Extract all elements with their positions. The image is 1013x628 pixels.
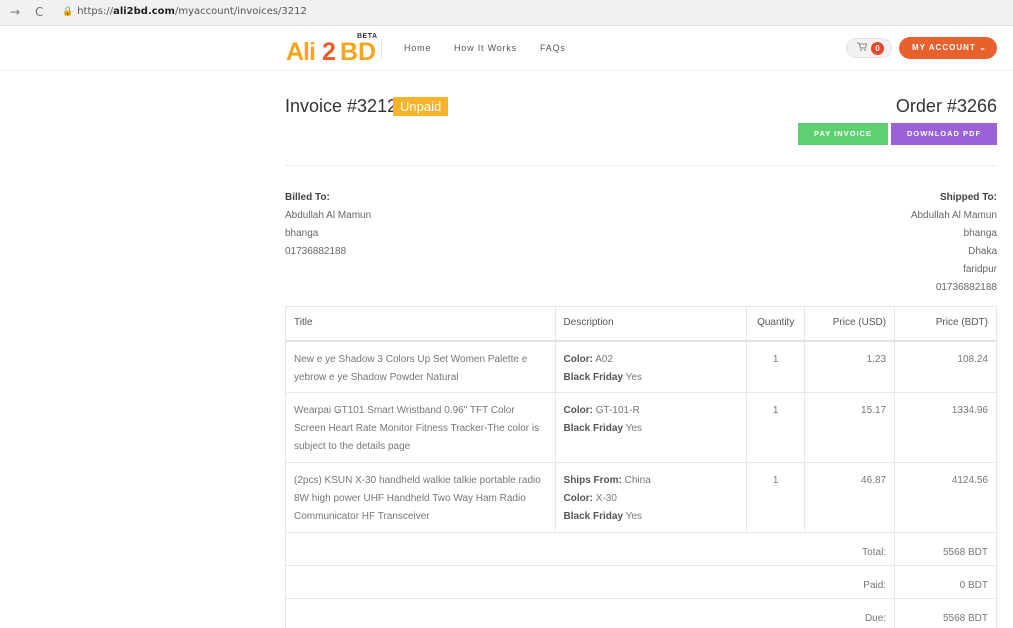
desc-key: Color: [563,405,593,416]
paid-row: Paid: 0 BDT [284,565,997,599]
total-label: Total: [804,532,895,566]
col-price-usd: Price (USD) [804,306,896,342]
item-price-usd: 15.17 [804,392,896,463]
header-divider [381,39,382,59]
address-bar[interactable]: 🔒 https://ali2bd.com/myaccount/invoices/3… [62,6,307,17]
desc-key: Ships From: [563,475,622,486]
billed-to-block: Billed To: Abdullah Al Mamun bhanga 0173… [285,189,371,261]
col-title: Title [285,306,556,342]
shipped-to-heading: Shipped To: [939,192,997,203]
shipped-to-block: Shipped To: Abdullah Al Mamun bhanga Dha… [797,189,997,297]
download-pdf-button[interactable]: DOWNLOAD PDF [891,123,997,145]
my-account-button[interactable]: MY ACCOUNT ⌄ [899,37,997,59]
billed-to-heading: Billed To: [285,192,330,203]
item-price-bdt: 108.24 [894,340,997,393]
divider [285,165,997,166]
cart-count-badge: 0 [871,42,884,55]
billed-to-phone: 01736882188 [285,246,347,257]
table-row: Wearpai GT101 Smart Wristband 0.96" TFT … [285,392,997,463]
shipped-to-city: Dhaka [968,246,997,257]
desc-value: A02 [592,353,614,365]
item-price-usd: 1.23 [804,340,896,393]
desc-value: Yes [623,371,642,383]
invoice-title: Invoice #3212 [285,96,398,116]
item-title: (2pcs) KSUN X-30 handheld walkie talkie … [285,462,556,533]
item-quantity: 1 [746,462,806,533]
logo-ali: Ali [286,38,316,66]
url-prefix: https:// [77,6,114,17]
due-value: 5568 BDT [894,598,997,628]
item-quantity: 1 [746,392,806,463]
chevron-down-icon: ⌄ [979,43,987,52]
logo-beta: BETA [357,33,378,40]
url-domain: ali2bd.com [113,6,175,17]
table-row: (2pcs) KSUN X-30 handheld walkie talkie … [285,462,997,533]
paid-label: Paid: [804,565,895,599]
desc-value: Yes [623,423,642,434]
item-price-bdt: 1334.96 [894,392,997,463]
desc-value: China [621,475,651,486]
desc-key: Color: [563,353,593,365]
item-description: Ships From: China Color: X-30 Black Frid… [554,462,748,533]
logo-bd: BD [340,38,377,66]
cart-icon [857,42,868,54]
forward-arrow-icon[interactable]: → [10,5,20,19]
total-spacer [284,532,805,566]
due-label: Due: [804,598,895,628]
table-row: New e ye Shadow 3 Colors Up Set Women Pa… [285,340,997,393]
menu-how-it-works[interactable]: How It Works [454,43,517,53]
col-description: Description [554,306,748,342]
my-account-label: MY ACCOUNT [912,43,976,52]
billed-to-city: bhanga [285,228,319,239]
cart-button[interactable]: 0 [846,38,892,58]
logo-two: 2 [322,38,336,66]
shipped-to-area: bhanga [963,228,997,239]
due-row: Due: 5568 BDT [284,598,997,628]
status-badge: Unpaid [393,97,449,116]
item-title: New e ye Shadow 3 Colors Up Set Women Pa… [285,340,556,393]
desc-key: Black Friday [563,371,624,383]
order-title: Order #3266 [895,96,997,116]
item-description: Color: A02 Black Friday Yes [554,340,748,393]
pay-invoice-button[interactable]: PAY INVOICE [798,123,888,145]
total-value: 5568 BDT [894,532,997,566]
lock-icon: 🔒 [62,7,74,17]
table-header-row: Title Description Quantity Price (USD) P… [285,306,997,342]
col-price-bdt: Price (BDT) [894,306,997,342]
shipped-to-district: faridpur [963,264,997,275]
item-description: Color: GT-101-R Black Friday Yes [554,392,748,463]
desc-key: Black Friday [563,423,624,434]
col-quantity: Quantity [746,306,806,342]
site-header: Ali 2 BD BETA Home How It Works FAQs 0 M… [0,27,1013,71]
paid-value: 0 BDT [894,565,997,599]
desc-value: Yes [623,511,642,522]
paid-spacer [284,565,805,599]
desc-key: Color: [563,493,593,504]
menu-home[interactable]: Home [404,43,431,53]
reload-icon[interactable]: C [35,5,43,19]
shipped-to-phone: 01736882188 [935,282,997,293]
item-title: Wearpai GT101 Smart Wristband 0.96" TFT … [285,392,556,463]
billed-to-name: Abdullah Al Mamun [285,210,372,221]
browser-toolbar: → C 🔒 https://ali2bd.com/myaccount/invoic… [0,0,1013,26]
item-price-usd: 46.87 [804,462,896,533]
menu-faqs[interactable]: FAQs [540,43,566,53]
shipped-to-name: Abdullah Al Mamun [910,210,997,221]
item-price-bdt: 4124.56 [894,462,997,533]
desc-key: Black Friday [563,511,624,522]
invoice-items-table: Title Description Quantity Price (USD) P… [284,306,997,628]
item-quantity: 1 [746,340,806,393]
total-row: Total: 5568 BDT [284,532,997,566]
desc-value: GT-101-R [592,405,640,416]
ali2bd-logo[interactable]: Ali 2 BD BETA [286,32,382,66]
url-path: /myaccount/invoices/3212 [174,6,307,17]
desc-value: X-30 [592,493,617,504]
due-spacer [284,598,805,628]
